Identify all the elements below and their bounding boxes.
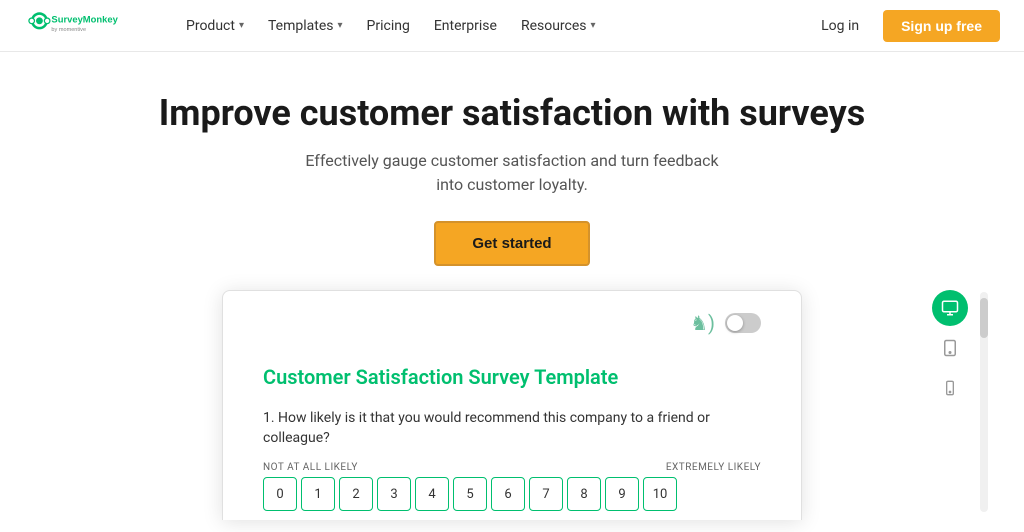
survey-question: 1. How likely is it that you would recom… [263, 409, 761, 448]
login-button[interactable]: Log in [809, 10, 871, 42]
header: SurveyMonkey by momentive Product ▾ Temp… [0, 0, 1024, 52]
survey-preview-card: ♞) Customer Satisfaction Survey Template… [222, 290, 802, 520]
signup-button[interactable]: Sign up free [883, 10, 1000, 42]
tablet-icon[interactable] [932, 330, 968, 366]
scale-button-0[interactable]: 0 [263, 477, 297, 511]
preview-scrollbar[interactable] [980, 292, 988, 512]
scale-button-9[interactable]: 9 [605, 477, 639, 511]
scale-button-8[interactable]: 8 [567, 477, 601, 511]
scale-button-3[interactable]: 3 [377, 477, 411, 511]
chevron-down-icon: ▾ [591, 20, 596, 31]
preview-section: ♞) Customer Satisfaction Survey Template… [0, 290, 1024, 520]
nav-item-resources[interactable]: Resources ▾ [511, 10, 606, 42]
scale-button-6[interactable]: 6 [491, 477, 525, 511]
scale-button-5[interactable]: 5 [453, 477, 487, 511]
desktop-icon[interactable] [932, 290, 968, 326]
scale-button-10[interactable]: 10 [643, 477, 677, 511]
preview-sidebar [932, 290, 968, 406]
svg-text:SurveyMonkey: SurveyMonkey [51, 13, 118, 24]
nav-product-label: Product [186, 18, 235, 34]
scale-labels: NOT AT ALL LIKELY EXTREMELY LIKELY [263, 462, 761, 473]
preview-toggle[interactable] [725, 313, 761, 333]
main-nav: Product ▾ Templates ▾ Pricing Enterprise… [176, 10, 809, 42]
nav-enterprise-label: Enterprise [434, 18, 497, 34]
scale-buttons: 012345678910 [263, 477, 761, 511]
logo[interactable]: SurveyMonkey by momentive [24, 8, 144, 44]
nav-item-pricing[interactable]: Pricing [357, 10, 420, 42]
chevron-down-icon: ▾ [337, 20, 342, 31]
nav-templates-label: Templates [268, 18, 334, 34]
hero-heading: Improve customer satisfaction with surve… [20, 92, 1004, 135]
nav-item-templates[interactable]: Templates ▾ [258, 10, 353, 42]
nav-item-product[interactable]: Product ▾ [176, 10, 254, 42]
scale-low-label: NOT AT ALL LIKELY [263, 462, 358, 473]
nav-resources-label: Resources [521, 18, 587, 34]
header-actions: Log in Sign up free [809, 10, 1000, 42]
get-started-button[interactable]: Get started [434, 221, 589, 266]
preview-toolbar: ♞) [263, 311, 761, 335]
svg-text:by momentive: by momentive [51, 27, 86, 33]
mobile-icon[interactable] [932, 370, 968, 406]
accessibility-icon: ♞) [690, 311, 715, 335]
nav-item-enterprise[interactable]: Enterprise [424, 10, 507, 42]
scale-button-1[interactable]: 1 [301, 477, 335, 511]
scale-button-7[interactable]: 7 [529, 477, 563, 511]
nav-pricing-label: Pricing [367, 18, 410, 34]
scrollbar-thumb [980, 298, 988, 338]
survey-title: Customer Satisfaction Survey Template [263, 365, 761, 389]
scale-button-2[interactable]: 2 [339, 477, 373, 511]
hero-subtext: Effectively gauge customer satisfaction … [302, 149, 722, 197]
hero-section: Improve customer satisfaction with surve… [0, 52, 1024, 290]
chevron-down-icon: ▾ [239, 20, 244, 31]
scale-high-label: EXTREMELY LIKELY [666, 462, 761, 473]
scale-button-4[interactable]: 4 [415, 477, 449, 511]
